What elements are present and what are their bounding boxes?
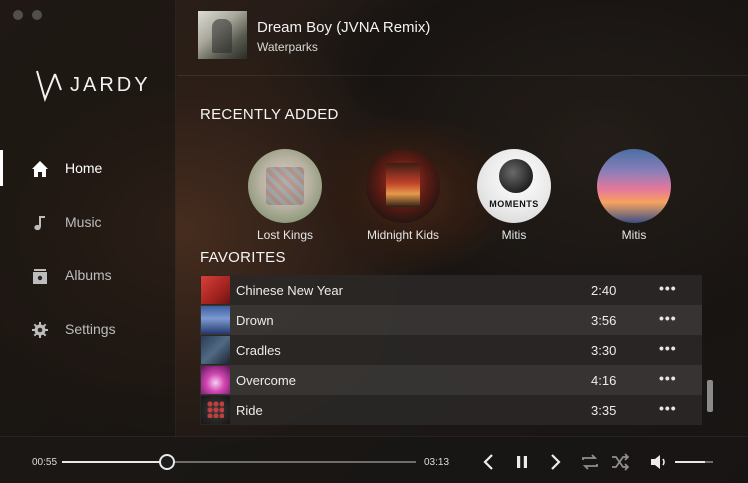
track-title: Cradles	[236, 343, 281, 358]
sidebar-item-albums[interactable]: Albums	[0, 257, 176, 293]
favorites-heading: FAVORITES	[200, 249, 286, 266]
volume-icon[interactable]	[648, 451, 670, 473]
track-title: Ride	[236, 403, 263, 418]
track-thumbnail	[201, 396, 230, 424]
track-thumbnail	[201, 366, 230, 394]
previous-track-icon[interactable]	[478, 451, 500, 473]
table-row[interactable]: Chinese New Year 2:40 •••	[200, 275, 702, 305]
sidebar-item-settings[interactable]: Settings	[0, 311, 176, 347]
player-bar: 00:55 03:13	[0, 436, 748, 483]
track-title: Drown	[236, 313, 274, 328]
sidebar-item-music[interactable]: Music	[0, 204, 176, 240]
track-duration: 3:30	[591, 343, 617, 358]
track-duration: 2:40	[591, 283, 617, 298]
album-card-mitis[interactable]: Mitis	[459, 149, 569, 242]
seek-bar[interactable]	[62, 454, 416, 470]
album-cover	[477, 149, 551, 223]
now-playing-header: Dream Boy (JVNA Remix) Waterparks	[177, 0, 748, 76]
album-name: Midnight Kids	[366, 228, 440, 242]
album-card-mitis-2[interactable]: Mitis	[579, 149, 689, 242]
now-playing-cover[interactable]	[198, 11, 247, 59]
table-row[interactable]: Cradles 3:30 •••	[200, 335, 702, 365]
track-thumbnail	[201, 306, 230, 334]
sidebar-item-home[interactable]: Home	[0, 150, 176, 186]
seek-bar-fill	[62, 461, 168, 463]
repeat-icon[interactable]	[579, 451, 601, 473]
pause-icon[interactable]	[511, 451, 533, 473]
track-duration: 4:16	[591, 373, 617, 388]
album-cover	[597, 149, 671, 223]
album-name: Mitis	[621, 228, 647, 242]
favorites-scrollbar-thumb[interactable]	[707, 380, 713, 412]
more-options-icon[interactable]: •••	[659, 340, 677, 356]
seek-bar-handle[interactable]	[159, 454, 176, 470]
gear-icon	[32, 322, 48, 338]
volume-slider[interactable]	[675, 461, 713, 463]
sidebar-item-label: Music	[65, 214, 102, 230]
next-track-icon[interactable]	[544, 451, 566, 473]
more-options-icon[interactable]: •••	[659, 280, 677, 296]
now-playing-artist[interactable]: Waterparks	[257, 40, 318, 54]
sidebar-item-label: Home	[65, 160, 103, 176]
favorites-list: Chinese New Year 2:40 ••• Drown 3:56 •••…	[200, 275, 702, 425]
total-time: 03:13	[424, 457, 450, 468]
home-icon	[32, 161, 48, 177]
app-logo: JARDY	[34, 68, 151, 102]
music-note-icon	[34, 216, 45, 231]
track-duration: 3:35	[591, 403, 617, 418]
table-row[interactable]: Ride 3:35 •••	[200, 395, 702, 425]
track-duration: 3:56	[591, 313, 617, 328]
more-options-icon[interactable]: •••	[659, 400, 677, 416]
album-cover	[366, 149, 440, 223]
logo-mark-icon	[36, 70, 62, 102]
table-row[interactable]: Overcome 4:16 •••	[200, 365, 702, 395]
now-playing-title: Dream Boy (JVNA Remix)	[257, 19, 431, 36]
sidebar: JARDY Home Music Albums Settings	[0, 0, 176, 436]
sidebar-item-label: Settings	[65, 321, 116, 337]
table-row[interactable]: Drown 3:56 •••	[200, 305, 702, 335]
logo-text: JARDY	[70, 73, 151, 96]
album-cover	[248, 149, 322, 223]
album-name: Lost Kings	[256, 228, 314, 242]
more-options-icon[interactable]: •••	[659, 370, 677, 386]
track-thumbnail	[201, 276, 230, 304]
track-thumbnail	[201, 336, 230, 364]
shuffle-icon[interactable]	[609, 451, 631, 473]
album-card-lost-kings[interactable]: Lost Kings	[230, 149, 340, 242]
album-icon	[33, 269, 47, 284]
current-time: 00:55	[32, 457, 58, 468]
more-options-icon[interactable]: •••	[659, 310, 677, 326]
volume-slider-fill	[675, 461, 706, 463]
recently-added-heading: RECENTLY ADDED	[200, 106, 339, 123]
track-title: Chinese New Year	[236, 283, 343, 298]
track-title: Overcome	[236, 373, 296, 388]
album-card-midnight-kids[interactable]: Midnight Kids	[348, 149, 458, 242]
album-name: Mitis	[501, 228, 527, 242]
sidebar-item-label: Albums	[65, 267, 112, 283]
